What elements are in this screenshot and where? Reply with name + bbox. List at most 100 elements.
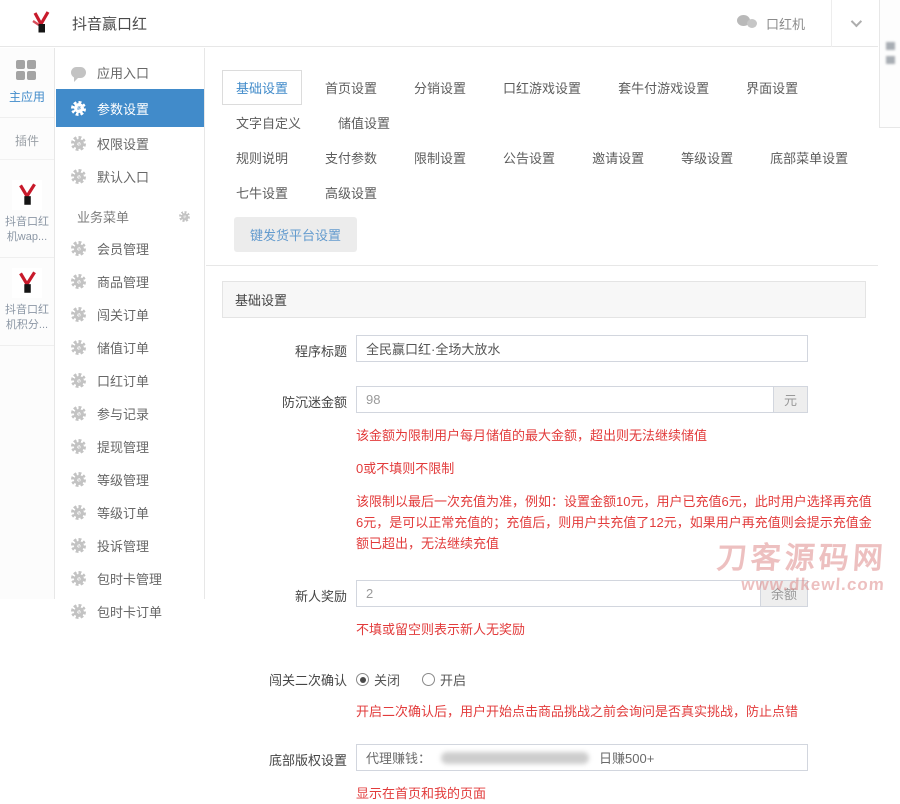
unit-addon: 余额 <box>760 580 808 607</box>
tab-text-customization[interactable]: 文字自定义 <box>222 105 315 140</box>
form-row-confirm: 闯关二次确认 关闭 开启 开启二次确认后，用户开始点击商品挑战之前会询问是否真实… <box>222 664 878 722</box>
tab-announcement-settings[interactable]: 公告设置 <box>489 140 569 175</box>
top-bar: 抖音赢口红 口红机 <box>0 0 878 47</box>
program-title-input[interactable] <box>356 335 808 362</box>
edge-glyph <box>885 42 895 50</box>
sidebar-item-withdrawal-management[interactable]: 提现管理 <box>56 430 204 463</box>
radio-on[interactable]: 开启 <box>422 670 466 689</box>
sidebar-item-timecard-orders[interactable]: 包时卡订单 <box>56 595 204 628</box>
radio-off[interactable]: 关闭 <box>356 670 400 689</box>
sidebar-item-label: 应用入口 <box>97 66 150 81</box>
rail-main-app-label[interactable]: 主应用 <box>0 88 54 118</box>
sidebar-section-label: 业务菜单 <box>77 210 130 225</box>
help-text: 该金额为限制用户每月储值的最大金额，超出则无法继续储值 <box>356 428 708 443</box>
account-dropdown[interactable] <box>832 15 878 28</box>
gear-icon <box>71 274 86 289</box>
sidebar-item-label: 提现管理 <box>97 440 150 455</box>
sidebar-item-challenge-orders[interactable]: 闯关订单 <box>56 298 204 331</box>
tab-shipping-platform-settings[interactable]: 键发货平台设置 <box>234 217 358 252</box>
sidebar-item-level-management[interactable]: 等级管理 <box>56 463 204 496</box>
copyright-prefix: 代理赚钱： <box>366 751 432 766</box>
form-row-newbie-reward: 新人奖励 余额 不填或留空则表示新人无奖励 <box>222 580 878 640</box>
gear-icon <box>71 571 86 586</box>
gear-icon <box>71 538 86 553</box>
tab-advanced-settings[interactable]: 高级设置 <box>311 175 391 210</box>
tab-level-settings[interactable]: 等级设置 <box>667 140 747 175</box>
chevron-down-icon <box>850 15 863 28</box>
gear-icon <box>71 241 86 256</box>
tab-lipstick-game-settings[interactable]: 口红游戏设置 <box>489 70 595 105</box>
sidebar-item-member-management[interactable]: 会员管理 <box>56 232 204 265</box>
rail-app-wap[interactable]: 抖音口红机wap... <box>0 170 54 258</box>
sidebar-item-label: 会员管理 <box>97 242 150 257</box>
help-text: 开启二次确认后，用户开始点击商品挑战之前会询问是否真实挑战，防止点错 <box>356 704 799 719</box>
field-label: 底部版权设置 <box>268 753 347 768</box>
gear-icon <box>71 169 86 184</box>
gear-icon <box>71 340 86 355</box>
tab-basic-settings[interactable]: 基础设置 <box>222 70 303 105</box>
gear-icon <box>71 406 86 421</box>
sidebar-item-stored-value-orders[interactable]: 储值订单 <box>56 331 204 364</box>
copyright-suffix: 日赚500+ <box>599 751 655 766</box>
field-label: 程序标题 <box>294 344 347 359</box>
main-app-grid-icon[interactable] <box>16 60 38 82</box>
help-text: 0或不填则不限制 <box>356 461 455 476</box>
app-title: 抖音赢口红 <box>72 15 148 33</box>
lipstick-logo-icon <box>28 9 54 38</box>
tab-home-settings[interactable]: 首页设置 <box>311 70 391 105</box>
help-text: 该限制以最后一次充值为准，例如：设置金额10元，用户已充值6元，此时用户选择再充… <box>356 494 872 551</box>
sidebar-item-label: 储值订单 <box>97 341 150 356</box>
account-label[interactable]: 口红机 <box>766 14 805 33</box>
sidebar-item-label: 包时卡订单 <box>97 605 163 620</box>
field-label: 闯关二次确认 <box>268 673 347 688</box>
field-label: 防沉迷金额 <box>281 395 347 410</box>
sidebar-item-label: 权限设置 <box>97 137 150 152</box>
tab-interface-settings[interactable]: 界面设置 <box>732 70 812 105</box>
tab-rules[interactable]: 规则说明 <box>222 140 302 175</box>
wechat-icon <box>736 15 759 31</box>
sidebar-item-label: 闯关订单 <box>97 308 150 323</box>
sidebar-item-app-entry[interactable]: 应用入口 <box>56 56 204 89</box>
form-section-header: 基础设置 <box>222 281 866 318</box>
sidebar-item-level-orders[interactable]: 等级订单 <box>56 496 204 529</box>
tab-bull-game-settings[interactable]: 套牛付游戏设置 <box>604 70 723 105</box>
form-row-anti-addiction: 防沉迷金额 元 该金额为限制用户每月储值的最大金额，超出则无法继续储值 0或不填… <box>222 386 878 554</box>
tab-qiniu-settings[interactable]: 七牛设置 <box>222 175 302 210</box>
gear-icon[interactable] <box>179 211 190 222</box>
sidebar: 应用入口 参数设置 权限设置 默认入口 业务菜单 会员管理 商品管理 闯关订单 … <box>56 48 205 620</box>
sidebar-item-permission-settings[interactable]: 权限设置 <box>56 127 204 160</box>
sidebar-item-lipstick-orders[interactable]: 口红订单 <box>56 364 204 397</box>
sidebar-item-participation-records[interactable]: 参与记录 <box>56 397 204 430</box>
sidebar-item-label: 投诉管理 <box>97 539 150 554</box>
radio-on-input[interactable] <box>422 673 436 686</box>
sidebar-item-complaint-management[interactable]: 投诉管理 <box>56 529 204 562</box>
gear-icon <box>71 373 86 388</box>
sidebar-item-parameter-settings[interactable]: 参数设置 <box>56 89 204 127</box>
sidebar-item-label: 参与记录 <box>97 407 150 422</box>
tab-invite-settings[interactable]: 邀请设置 <box>578 140 658 175</box>
tab-distribution-settings[interactable]: 分销设置 <box>400 70 480 105</box>
rail-app-label: 抖音口红机积分... <box>5 304 49 331</box>
copyright-input[interactable]: 代理赚钱： 日赚500+ <box>356 744 808 771</box>
anti-addiction-input[interactable] <box>356 386 774 413</box>
help-text: 不填或留空则表示新人无奖励 <box>356 622 526 637</box>
rail-plugins-label[interactable]: 插件 <box>0 132 54 160</box>
newbie-reward-input[interactable] <box>356 580 761 607</box>
tab-bottom-menu-settings[interactable]: 底部菜单设置 <box>756 140 862 175</box>
tab-payment-params[interactable]: 支付参数 <box>311 140 391 175</box>
form-row-program-title: 程序标题 <box>222 335 878 362</box>
sidebar-item-label: 等级订单 <box>97 506 150 521</box>
tabs-divider <box>206 265 878 266</box>
sidebar-item-default-entry[interactable]: 默认入口 <box>56 160 204 193</box>
sidebar-item-label: 包时卡管理 <box>97 572 163 587</box>
radio-off-input[interactable] <box>356 673 369 686</box>
lipstick-app-icon <box>12 268 42 298</box>
confirm-radio-group: 关闭 开启 <box>356 664 878 689</box>
gear-icon <box>71 472 86 487</box>
sidebar-item-timecard-management[interactable]: 包时卡管理 <box>56 562 204 595</box>
tab-stored-value-settings[interactable]: 储值设置 <box>324 105 404 140</box>
gear-icon <box>71 307 86 322</box>
sidebar-item-product-management[interactable]: 商品管理 <box>56 265 204 298</box>
tab-limit-settings[interactable]: 限制设置 <box>400 140 480 175</box>
rail-app-points[interactable]: 抖音口红机积分... <box>0 258 54 346</box>
